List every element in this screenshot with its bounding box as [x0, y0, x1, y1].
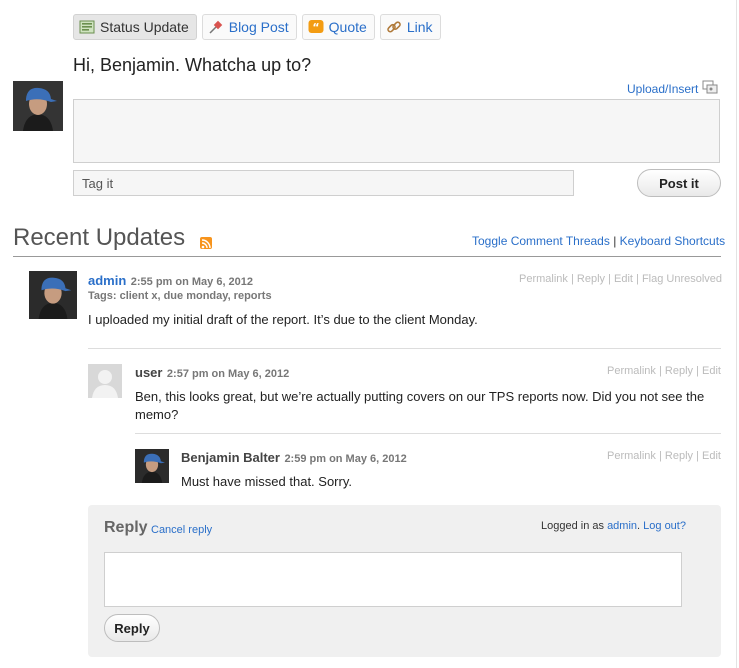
- tab-label: Link: [406, 19, 433, 35]
- logout-link[interactable]: Log out?: [643, 520, 686, 532]
- post-it-button[interactable]: Post it: [637, 169, 721, 197]
- edit-link[interactable]: Edit: [702, 365, 721, 377]
- avatar: [13, 81, 63, 131]
- tab-label: Quote: [328, 19, 367, 35]
- post-tags: Tags: client x, due monday, reports: [88, 290, 272, 302]
- logged-in-user-link[interactable]: admin: [607, 520, 637, 532]
- upload-insert-link[interactable]: Upload/Insert: [627, 80, 718, 97]
- pin-icon: [208, 19, 224, 35]
- tab-status-update[interactable]: Status Update: [73, 14, 197, 40]
- page-edge-rule: [736, 0, 737, 668]
- tab-label: Blog Post: [228, 19, 289, 35]
- recent-updates-heading: Recent Updates: [13, 224, 186, 251]
- logged-in-prefix: Logged in as: [541, 520, 604, 532]
- tab-blog-post[interactable]: Blog Post: [201, 14, 297, 40]
- flag-unresolved-link[interactable]: Flag Unresolved: [642, 273, 722, 285]
- comment-header: user 2:57 pm on May 6, 2012: [135, 364, 289, 382]
- quote-icon: “: [308, 19, 324, 35]
- keyboard-shortcuts-link[interactable]: Keyboard Shortcuts: [620, 234, 725, 248]
- edit-link[interactable]: Edit: [614, 273, 633, 285]
- reply-heading: Reply: [104, 519, 148, 536]
- rss-icon[interactable]: [200, 237, 212, 249]
- comment-body: Ben, this looks great, but we’re actuall…: [135, 389, 705, 422]
- comment-author[interactable]: user: [135, 365, 162, 380]
- composer-greeting: Hi, Benjamin. Whatcha up to?: [73, 55, 312, 75]
- avatar: [135, 449, 169, 483]
- reply-submit-button[interactable]: Reply: [104, 614, 160, 642]
- upload-insert-label: Upload/Insert: [627, 81, 699, 96]
- cancel-reply-link[interactable]: Cancel reply: [151, 524, 212, 536]
- logged-in-status: Logged in as admin. Log out?: [541, 520, 686, 532]
- avatar: [88, 364, 122, 398]
- post-actions: Permalink | Reply | Edit | Flag Unresolv…: [519, 273, 723, 285]
- header-links: Toggle Comment Threads | Keyboard Shortc…: [472, 234, 725, 248]
- reply-textarea[interactable]: [104, 552, 682, 607]
- svg-text:“: “: [312, 21, 319, 34]
- media-icon: [702, 80, 718, 97]
- link-icon: [386, 19, 402, 35]
- comment-separator: [135, 433, 721, 434]
- tab-quote[interactable]: “ Quote: [301, 14, 375, 40]
- section-divider: [13, 256, 721, 257]
- permalink-link[interactable]: Permalink: [519, 273, 568, 285]
- reply-link[interactable]: Reply: [665, 365, 693, 377]
- post-body: I uploaded my initial draft of the repor…: [88, 312, 478, 327]
- toggle-comment-threads-link[interactable]: Toggle Comment Threads: [472, 234, 610, 248]
- comment-actions: Permalink | Reply | Edit: [607, 365, 721, 377]
- comment-header: Benjamin Balter 2:59 pm on May 6, 2012: [181, 449, 407, 467]
- comment-actions: Permalink | Reply | Edit: [607, 450, 721, 462]
- post-author[interactable]: admin: [88, 273, 126, 288]
- reply-link[interactable]: Reply: [577, 273, 605, 285]
- avatar: [29, 271, 77, 319]
- comment-author[interactable]: Benjamin Balter: [181, 450, 280, 465]
- comment-timestamp[interactable]: 2:59 pm on May 6, 2012: [284, 453, 406, 465]
- edit-link[interactable]: Edit: [702, 450, 721, 462]
- tag-input[interactable]: [73, 170, 574, 196]
- tab-label: Status Update: [100, 19, 189, 35]
- status-textarea[interactable]: [73, 99, 720, 163]
- reply-form: Reply Cancel reply Logged in as admin. L…: [88, 505, 721, 657]
- link-separator: |: [613, 234, 617, 248]
- permalink-link[interactable]: Permalink: [607, 365, 656, 377]
- status-update-icon: [79, 19, 95, 35]
- post-type-tabs: Status Update Blog Post “ Quote Link: [73, 14, 441, 40]
- comment-timestamp[interactable]: 2:57 pm on May 6, 2012: [167, 368, 289, 380]
- reply-link[interactable]: Reply: [665, 450, 693, 462]
- comment-separator: [88, 348, 721, 349]
- tab-link[interactable]: Link: [379, 14, 441, 40]
- post-timestamp[interactable]: 2:55 pm on May 6, 2012: [131, 276, 253, 288]
- comment-body: Must have missed that. Sorry.: [181, 474, 352, 489]
- permalink-link[interactable]: Permalink: [607, 450, 656, 462]
- post-header: admin 2:55 pm on May 6, 2012: [88, 272, 253, 290]
